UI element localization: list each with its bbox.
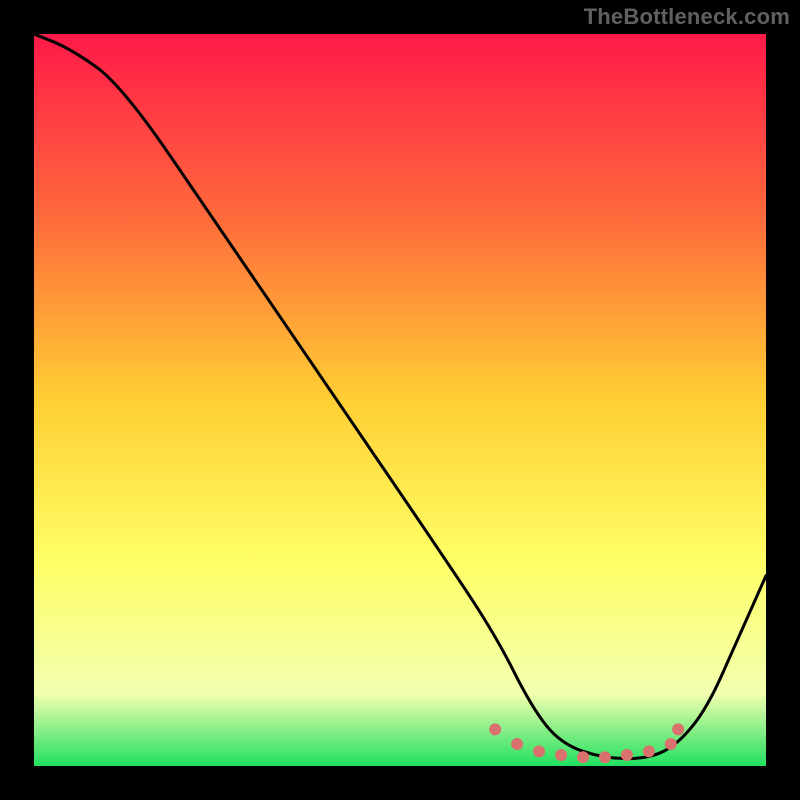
highlight-marker xyxy=(555,749,567,761)
highlight-marker xyxy=(599,751,611,763)
plot-area xyxy=(34,34,766,766)
highlight-marker xyxy=(533,745,545,757)
highlight-marker xyxy=(643,745,655,757)
watermark-text: TheBottleneck.com xyxy=(584,4,790,30)
highlight-marker xyxy=(511,738,523,750)
highlight-marker xyxy=(672,723,684,735)
gradient-rect xyxy=(34,34,766,766)
highlight-marker xyxy=(577,751,589,763)
chart-frame: TheBottleneck.com xyxy=(0,0,800,800)
chart-svg xyxy=(34,34,766,766)
highlight-marker xyxy=(621,749,633,761)
highlight-marker xyxy=(489,723,501,735)
highlight-marker xyxy=(665,738,677,750)
